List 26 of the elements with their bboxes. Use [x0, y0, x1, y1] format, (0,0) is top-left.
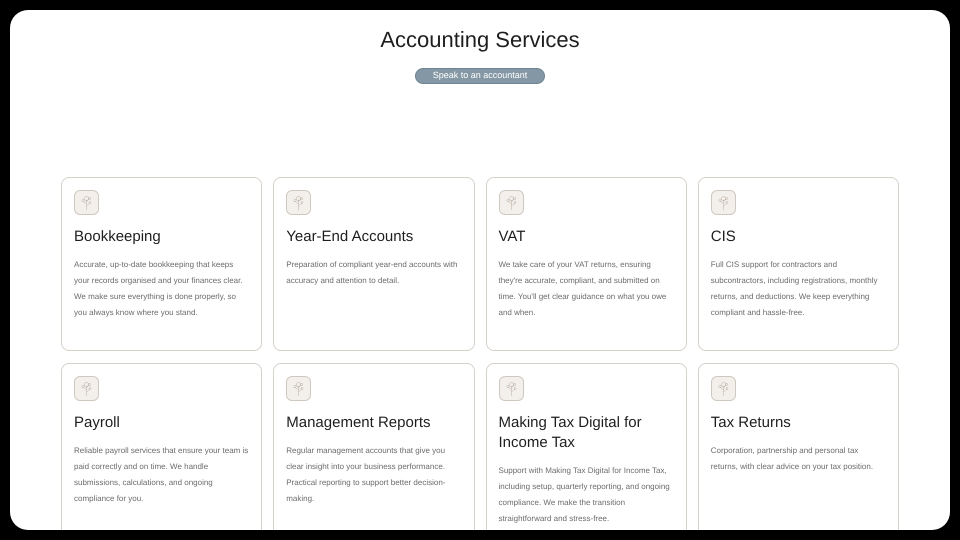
service-description: We take care of your VAT returns, ensuring they're accurate, compliant, and submitted on time. You'll get clear guidance on what you owe and when. — [498, 258, 668, 318]
flower-icon — [498, 190, 524, 214]
page-title: Accounting Services — [380, 27, 580, 53]
service-title: Making Tax Digital for Income Tax — [498, 412, 643, 452]
service-description: Regular management accounts that give you clear insight into your business performance. Practical reporting to support better decision-making. — [286, 444, 446, 505]
service-title: Payroll — [74, 412, 121, 432]
flower-icon — [286, 190, 312, 214]
service-description: Reliable payroll services that ensure your team is paid correctly and on time. We handle submissions, calculations, and ongoing compliance for you. — [74, 444, 250, 505]
service-description: Support with Making Tax Digital for Income Tax, including setup, quarterly reporting, and ongoing compliance. We make the transition straightforward and stress-free. — [498, 464, 671, 525]
service-title: Bookkeeping — [74, 226, 162, 246]
service-description: Preparation of compliant year-end accounts with accuracy and attention to detail. — [286, 258, 458, 287]
service-title: CIS — [710, 226, 737, 246]
service-title: Management Reports — [286, 412, 432, 432]
flower-icon — [710, 190, 736, 214]
service-title: VAT — [498, 226, 526, 246]
service-description: Corporation, partnership and personal tax returns, with clear advice on your tax position. — [710, 444, 874, 473]
service-title: Tax Returns — [710, 412, 792, 432]
flower-icon — [498, 376, 524, 400]
service-description: Full CIS support for contractors and subcontractors, including registrations, monthly returns, and deductions. We keep everything compliant and hassle-free. — [710, 258, 878, 319]
flower-icon — [74, 376, 99, 400]
service-description: Accurate, up-to-date bookkeeping that keeps your records organised and your finances clear. We make sure everything is done properly, so you always know where you stand. — [74, 258, 244, 319]
speak-to-accountant-button[interactable]: Speak to an accountant — [415, 68, 545, 84]
flower-icon — [710, 376, 736, 400]
flower-icon — [74, 190, 99, 214]
service-title: Year-End Accounts — [286, 226, 414, 246]
flower-icon — [286, 376, 312, 400]
